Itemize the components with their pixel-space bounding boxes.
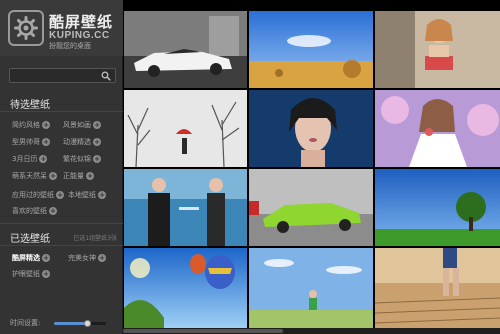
wallpaper-grid	[123, 0, 500, 334]
category-label: 喜欢的壁纸	[12, 207, 47, 215]
sidebar: 酷屏壁纸 KUPING.CC 扮靓您的桌面 待选壁纸 简约风格 + 风景如画 + 型…	[0, 0, 123, 334]
divider	[0, 245, 123, 246]
category-item[interactable]: 型男帅哥 +	[12, 137, 50, 147]
grid-scrollbar[interactable]	[123, 328, 500, 334]
app-title: 酷屏壁纸	[49, 13, 114, 31]
category-label: 简约风格	[12, 121, 40, 129]
category-item[interactable]: 简约风格 +	[12, 120, 50, 130]
category-item[interactable]: 风景如画 +	[63, 120, 101, 130]
wallpaper-thumbnail-hayfield[interactable]	[249, 11, 373, 88]
search-box	[9, 68, 116, 83]
plus-circle-icon[interactable]: +	[49, 172, 57, 180]
category-item[interactable]: 3月日历 +	[12, 154, 48, 164]
category-item[interactable]: 繁花似锦 +	[63, 154, 101, 164]
plus-circle-icon[interactable]: +	[49, 207, 57, 215]
time-slider[interactable]	[54, 320, 106, 327]
search-input[interactable]	[12, 70, 98, 81]
wallpaper-thumbnail-couple[interactable]	[124, 169, 247, 246]
selected-item-label: 护眼壁纸	[12, 270, 40, 278]
slider-knob[interactable]	[83, 320, 91, 327]
gear-icon	[8, 10, 44, 46]
time-settings-label: 时间设置:	[10, 319, 41, 327]
wallpaper-thumbnail-tree[interactable]	[375, 169, 500, 246]
search-icon[interactable]	[101, 71, 111, 81]
selected-item[interactable]: 完美女神 +	[68, 253, 106, 263]
app-subtitle: KUPING.CC	[49, 30, 110, 41]
selected-item[interactable]: 酷屏精选 +	[12, 253, 50, 263]
app-slogan: 扮靓您的桌面	[49, 42, 91, 50]
category-item[interactable]: 动漫精选 +	[63, 137, 101, 147]
plus-circle-icon[interactable]: +	[39, 155, 48, 163]
category-item[interactable]: 本地壁纸 +	[68, 190, 106, 200]
category-item[interactable]: 喜欢的壁纸 +	[12, 206, 57, 216]
category-label: 萌系天然呆	[12, 172, 47, 180]
plus-circle-icon[interactable]: +	[98, 254, 106, 262]
plus-circle-icon[interactable]: +	[86, 172, 94, 180]
category-label: 本地壁纸	[68, 191, 96, 199]
category-label: 风景如画	[63, 121, 91, 129]
selected-item[interactable]: 护眼壁纸 +	[12, 269, 50, 279]
wallpaper-thumbnail-anime-girl[interactable]	[375, 90, 500, 167]
category-label: 动漫精选	[63, 138, 91, 146]
category-label: 3月日历	[12, 155, 38, 163]
divider	[0, 111, 123, 112]
wallpaper-thumbnail-child-meadow[interactable]	[249, 248, 373, 328]
wallpaper-thumbnail-green-car[interactable]	[249, 169, 373, 246]
category-label: 正能量	[63, 172, 84, 180]
wallpaper-thumbnail-girl[interactable]	[375, 11, 500, 88]
plus-circle-icon[interactable]: +	[42, 121, 50, 129]
plus-circle-icon[interactable]: +	[56, 191, 64, 199]
plus-circle-icon[interactable]: +	[98, 191, 106, 199]
wallpaper-thumbnail-winter-umbrella[interactable]	[124, 90, 247, 167]
selected-stats: 已选1组壁纸3张	[73, 235, 117, 242]
pending-section-header: 待选壁纸	[10, 100, 50, 111]
selected-item-label: 完美女神	[68, 254, 96, 262]
plus-circle-icon[interactable]: +	[93, 121, 101, 129]
plus-circle-icon[interactable]: +	[42, 138, 50, 146]
wallpaper-thumbnail-woman-portrait[interactable]	[249, 90, 373, 167]
category-item[interactable]: 正能量 +	[63, 171, 94, 181]
category-label: 繁花似锦	[63, 155, 91, 163]
category-label: 应用过的壁纸	[12, 191, 54, 199]
plus-circle-icon[interactable]: +	[42, 254, 50, 262]
category-label: 型男帅哥	[12, 138, 40, 146]
category-item[interactable]: 应用过的壁纸 +	[12, 190, 64, 200]
scrollbar-thumb[interactable]	[123, 329, 283, 333]
slider-fill	[54, 322, 88, 325]
plus-circle-icon[interactable]: +	[93, 155, 101, 163]
selected-item-label: 酷屏精选	[12, 254, 40, 262]
logo-area: 酷屏壁纸 KUPING.CC 扮靓您的桌面	[0, 0, 123, 56]
selected-section-header: 已选壁纸	[10, 234, 50, 245]
category-item[interactable]: 萌系天然呆 +	[12, 171, 57, 181]
divider	[0, 223, 123, 224]
wallpaper-thumbnail-balloons[interactable]	[124, 248, 247, 328]
plus-circle-icon[interactable]: +	[42, 270, 50, 278]
wallpaper-thumbnail-car[interactable]	[124, 11, 247, 88]
wallpaper-thumbnail-feet-boardwalk[interactable]	[375, 248, 500, 328]
plus-circle-icon[interactable]: +	[93, 138, 101, 146]
